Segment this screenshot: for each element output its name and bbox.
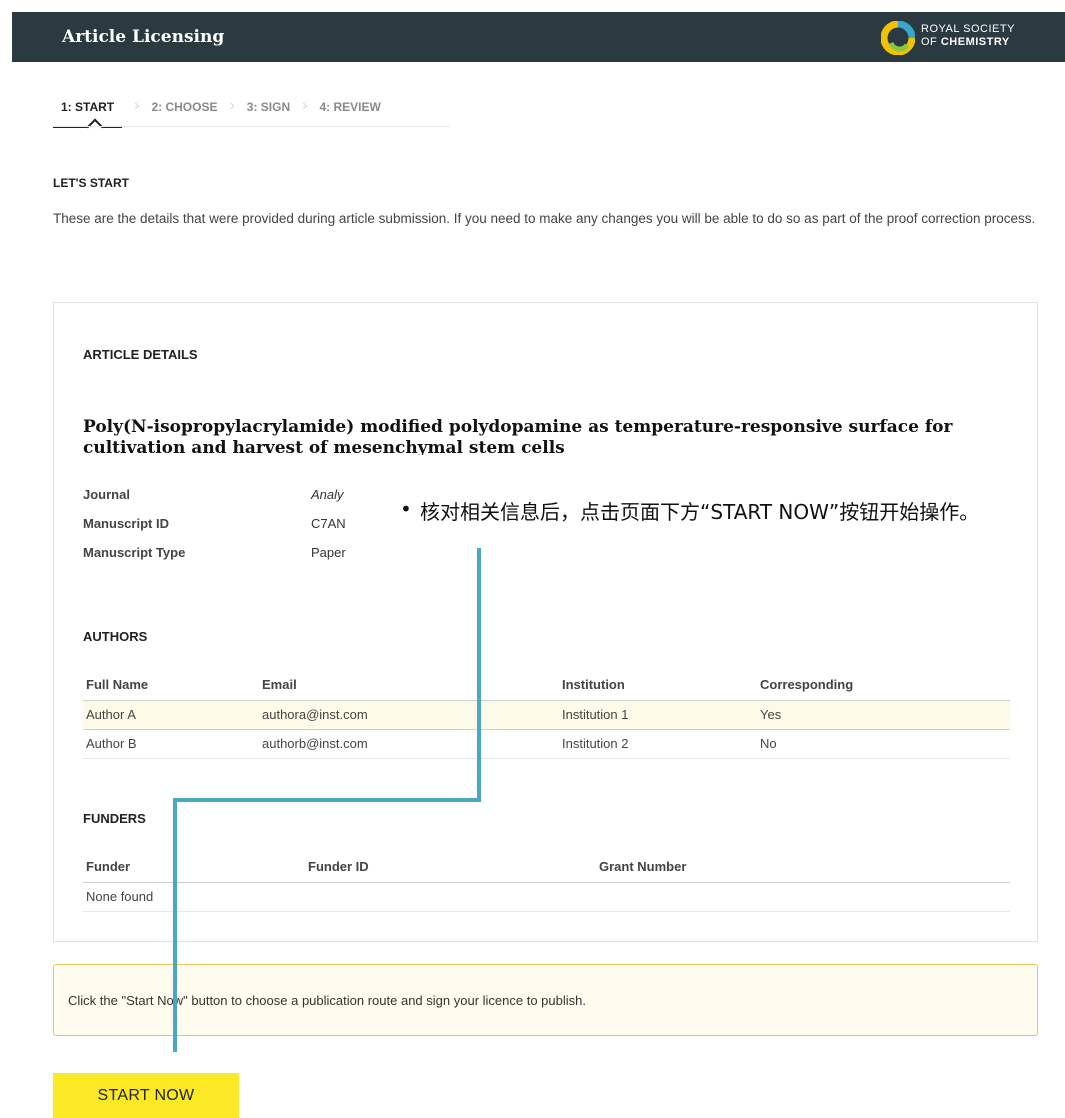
- step-tabs: 1: START › 2: CHOOSE › 3: SIGN › 4: REVI…: [53, 90, 381, 128]
- annotation-connector: [173, 798, 481, 802]
- annotation-connector: [477, 548, 481, 802]
- annotation-callout: • 核对相关信息后，点击页面下方“START NOW”按钮开始操作。: [370, 482, 1020, 544]
- table-row: None found: [83, 882, 1010, 912]
- column-header: Grant Number: [596, 852, 1010, 883]
- rsc-logo-icon: [881, 21, 915, 55]
- column-header: Corresponding: [757, 670, 1010, 701]
- chevron-right-icon: ›: [229, 97, 235, 114]
- table-header-row: Funder Funder ID Grant Number: [83, 852, 1010, 883]
- step-sign[interactable]: 3: SIGN: [247, 90, 290, 128]
- bullet-icon: •: [400, 497, 412, 521]
- detail-label: Manuscript Type: [83, 545, 186, 560]
- start-now-button[interactable]: START NOW: [53, 1073, 239, 1118]
- section-heading: LET'S START: [53, 176, 129, 190]
- table-row[interactable]: Author B authorb@inst.com Institution 2 …: [83, 729, 1010, 759]
- article-title: Poly(N-isopropylacrylamide) modified pol…: [83, 417, 953, 455]
- chevron-right-icon: ›: [302, 97, 308, 114]
- detail-value: Analy: [311, 487, 344, 502]
- authors-heading: AUTHORS: [83, 629, 148, 644]
- table-cell: Institution 1: [559, 700, 757, 730]
- info-notice: Click the "Start Now" button to choose a…: [53, 964, 1038, 1036]
- funders-table: Funder Funder ID Grant Number None found: [83, 852, 1010, 912]
- rsc-logo[interactable]: ROYAL SOCIETY OF CHEMISTRY: [881, 21, 1051, 55]
- column-header: Full Name: [83, 670, 259, 701]
- detail-row-manuscript-type: Manuscript Type Paper: [83, 545, 346, 574]
- step-review[interactable]: 4: REVIEW: [319, 90, 380, 128]
- logo-line-2: OF CHEMISTRY: [921, 36, 1010, 48]
- intro-text: These are the details that were provided…: [53, 211, 1036, 226]
- step-choose[interactable]: 2: CHOOSE: [151, 90, 217, 128]
- empty-state-text: None found: [83, 882, 1010, 912]
- funders-heading: FUNDERS: [83, 811, 146, 826]
- column-header: Email: [259, 670, 559, 701]
- detail-row-manuscript-id: Manuscript ID C7AN: [83, 516, 346, 545]
- detail-label: Manuscript ID: [83, 516, 169, 531]
- detail-value: Paper: [311, 545, 346, 560]
- steps-divider: [53, 126, 450, 127]
- step-start[interactable]: 1: START: [53, 90, 123, 128]
- header-bar: Article Licensing ROYAL SOCIETY OF CHEMI…: [12, 12, 1065, 62]
- table-header-row: Full Name Email Institution Correspondin…: [83, 670, 1010, 701]
- table-row[interactable]: Author A authora@inst.com Institution 1 …: [83, 700, 1010, 730]
- table-cell: authorb@inst.com: [259, 729, 559, 759]
- column-header: Funder ID: [305, 852, 596, 883]
- annotation-connector: [173, 798, 177, 1052]
- article-details-heading: ARTICLE DETAILS: [83, 347, 198, 362]
- table-cell: Author B: [83, 729, 259, 759]
- app-title: Article Licensing: [62, 27, 225, 47]
- table-cell: Institution 2: [559, 729, 757, 759]
- table-cell: Yes: [757, 700, 1010, 730]
- table-cell: authora@inst.com: [259, 700, 559, 730]
- details-list: Journal Analy Manuscript ID C7AN Manuscr…: [83, 487, 346, 574]
- authors-table: Full Name Email Institution Correspondin…: [83, 670, 1010, 759]
- detail-row-journal: Journal Analy: [83, 487, 346, 516]
- table-cell: No: [757, 729, 1010, 759]
- detail-label: Journal: [83, 487, 130, 502]
- column-header: Institution: [559, 670, 757, 701]
- column-header: Funder: [83, 852, 305, 883]
- article-details-panel: ARTICLE DETAILS Poly(N-isopropylacrylami…: [53, 302, 1038, 942]
- table-cell: Author A: [83, 700, 259, 730]
- detail-value: C7AN: [311, 516, 346, 531]
- chevron-right-icon: ›: [134, 97, 140, 114]
- annotation-text: 核对相关信息后，点击页面下方“START NOW”按钮开始操作。: [420, 500, 980, 524]
- logo-line-1: ROYAL SOCIETY: [921, 23, 1015, 35]
